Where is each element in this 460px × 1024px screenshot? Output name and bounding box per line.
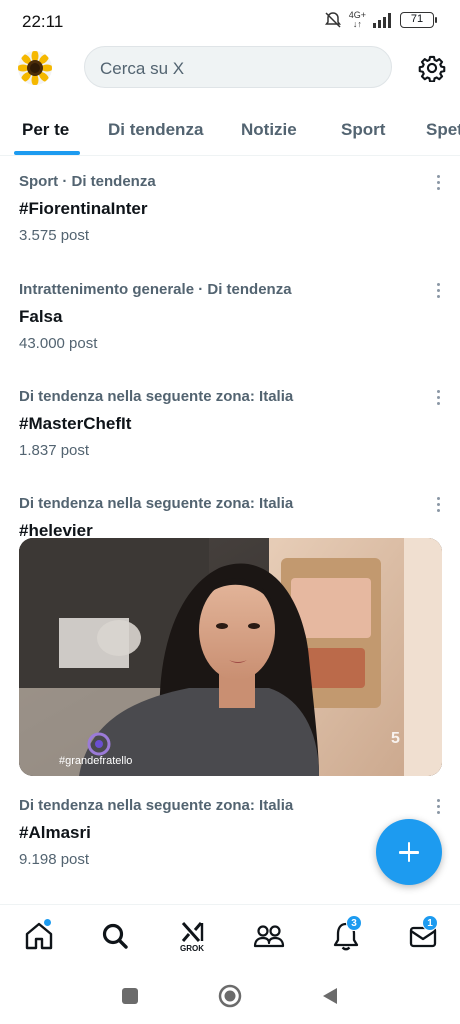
tab-notizie[interactable]: Notizie: [241, 120, 297, 140]
status-icons: 4G+ ↓↑ 71: [323, 10, 437, 30]
trend-media-image[interactable]: #grandefratello 5: [19, 538, 442, 776]
status-bar: 22:11 4G+ ↓↑ 71: [0, 0, 460, 44]
status-time: 22:11: [22, 12, 64, 31]
trend-context: Intrattenimento generale · Di tendenza: [19, 281, 292, 298]
grok-icon: [181, 922, 204, 942]
more-icon[interactable]: [434, 283, 442, 301]
tab-di-tendenza[interactable]: Di tendenza: [108, 120, 203, 140]
communities-tab[interactable]: [252, 919, 286, 953]
battery-indicator: 71: [400, 12, 437, 28]
trend-context: Di tendenza nella seguente zona: Italia: [19, 797, 294, 814]
active-tab-indicator: [14, 151, 80, 155]
more-icon[interactable]: [434, 799, 442, 817]
avatar[interactable]: [18, 51, 52, 85]
trend-context: Di tendenza nella seguente zona: Italia: [19, 495, 294, 512]
notifications-tab[interactable]: 3: [329, 915, 363, 953]
trend-context: Sport · Di tendenza: [19, 173, 156, 190]
search-placeholder: Cerca su X: [100, 59, 185, 78]
tab-spettacolo[interactable]: Spet: [426, 120, 460, 140]
muted-bell-icon: [324, 12, 341, 28]
trend-item[interactable]: Sport · Di tendenza #FiorentinaInter 3.5…: [0, 173, 460, 253]
trend-post-count: 3.575 post: [19, 227, 90, 244]
search-icon: [102, 923, 128, 949]
grok-label: GROK: [180, 944, 204, 953]
search-tab[interactable]: [98, 919, 132, 953]
grok-tab[interactable]: GROK: [175, 919, 209, 953]
more-icon[interactable]: [434, 497, 442, 515]
tab-per-te[interactable]: Per te: [22, 120, 69, 140]
back-icon[interactable]: [320, 986, 340, 1006]
trend-name: #Almasri: [19, 823, 91, 842]
gear-icon[interactable]: [418, 54, 446, 82]
channel-logo: 5: [391, 730, 400, 747]
trend-item[interactable]: Intrattenimento generale · Di tendenza F…: [0, 281, 460, 361]
more-icon[interactable]: [434, 390, 442, 408]
more-icon[interactable]: [434, 175, 442, 193]
media-overlay-hashtag: #grandefratello: [59, 755, 132, 767]
network-indicator: 4G+ ↓↑: [348, 10, 366, 29]
messages-tab[interactable]: 1: [406, 915, 440, 953]
tv-still-image: #grandefratello 5: [19, 538, 442, 776]
trend-post-count: 43.000 post: [19, 335, 98, 352]
signal-icon: [373, 13, 391, 28]
system-navigation: [0, 968, 460, 1024]
trend-name: #FiorentinaInter: [19, 199, 148, 218]
trend-item[interactable]: Di tendenza nella seguente zona: Italia …: [0, 388, 460, 468]
trend-name: #MasterChefIt: [19, 414, 132, 433]
home-tab[interactable]: [22, 918, 56, 953]
notifications-badge: 3: [346, 915, 362, 931]
trend-context: Di tendenza nella seguente zona: Italia: [19, 388, 294, 405]
home-circle-icon[interactable]: [218, 984, 242, 1008]
avatar-sunflower-icon: [18, 51, 52, 85]
trend-post-count: 9.198 post: [19, 851, 90, 868]
messages-badge: 1: [422, 915, 438, 931]
home-unread-dot: [43, 918, 52, 927]
communities-icon: [253, 925, 285, 948]
recents-icon[interactable]: [121, 987, 139, 1005]
compose-button[interactable]: [376, 819, 442, 885]
explore-tabs: Per te Di tendenza Notizie Sport Spet: [0, 100, 460, 156]
search-input[interactable]: Cerca su X: [84, 46, 392, 88]
trend-name: Falsa: [19, 307, 63, 326]
tab-sport[interactable]: Sport: [341, 120, 385, 140]
bottom-navigation: GROK 3 1: [0, 904, 460, 968]
trend-post-count: 1.837 post: [19, 442, 90, 459]
